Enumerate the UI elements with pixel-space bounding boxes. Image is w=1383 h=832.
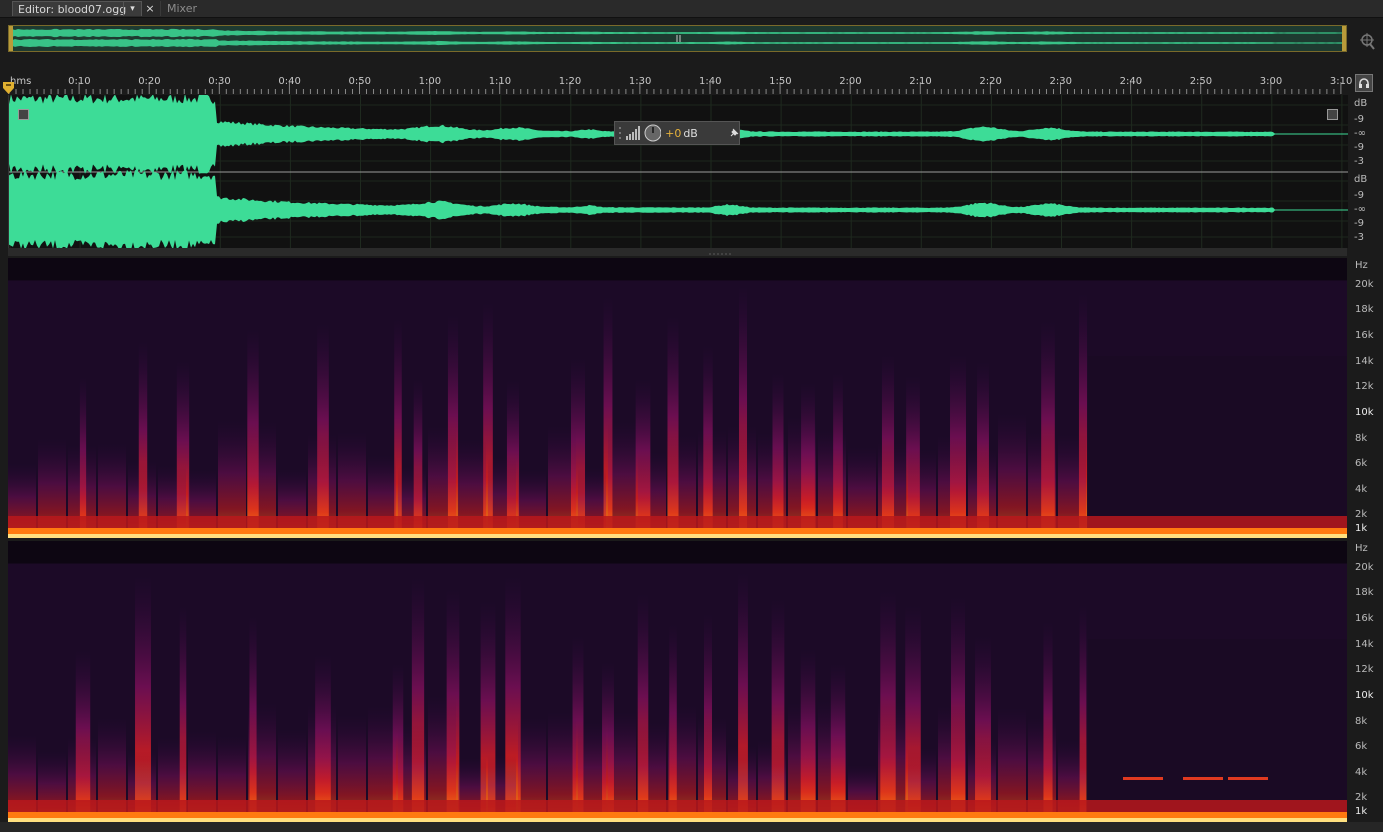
spectrogram-graphic bbox=[8, 541, 1347, 822]
spectral-display-channel-1[interactable] bbox=[8, 258, 1347, 538]
spectrogram-graphic bbox=[8, 258, 1347, 538]
transport-bar bbox=[0, 822, 1383, 832]
db-label: -∞ bbox=[1354, 204, 1366, 215]
fade-out-handle[interactable] bbox=[1327, 109, 1338, 120]
db-scale-channel-1: dB -9 -∞ -9 -3 bbox=[1349, 98, 1383, 170]
ruler-tick-label: 2:10 bbox=[909, 76, 932, 87]
hz-label: 2k bbox=[1355, 792, 1368, 803]
volume-hud[interactable]: +0 dB bbox=[614, 121, 740, 145]
overview-right-handle[interactable] bbox=[1342, 26, 1346, 51]
hz-label: 12k bbox=[1355, 381, 1374, 392]
db-label: -9 bbox=[1354, 218, 1364, 229]
overview-waveform[interactable] bbox=[8, 25, 1347, 52]
tab-mixer[interactable]: Mixer bbox=[160, 1, 213, 16]
ruler-tick-label: 2:30 bbox=[1049, 76, 1072, 87]
ruler-tick-label: 0:20 bbox=[138, 76, 161, 87]
db-label: dB bbox=[1354, 174, 1368, 185]
hz-label: Hz bbox=[1355, 260, 1368, 271]
time-ruler[interactable]: hms 0:10 0:20 0:30 0:40 0:50 1:00 1:10 1:20 1:30… bbox=[8, 72, 1352, 94]
magnify-icon[interactable] bbox=[1358, 32, 1376, 50]
volume-knob-icon[interactable] bbox=[644, 124, 662, 142]
playhead-icon[interactable] bbox=[3, 82, 14, 94]
db-label: -9 bbox=[1354, 190, 1364, 201]
tab-editor-label: Editor: blood07.ogg bbox=[18, 2, 127, 16]
hz-label: 18k bbox=[1355, 587, 1374, 598]
hz-label: Hz bbox=[1355, 543, 1368, 554]
hz-label: 20k bbox=[1355, 562, 1374, 573]
ruler-tick-label: 1:20 bbox=[558, 76, 582, 87]
db-label: -3 bbox=[1354, 156, 1364, 167]
db-scale-channel-2: dB -9 -∞ -9 -3 bbox=[1349, 174, 1383, 246]
overview-left-handle[interactable] bbox=[9, 26, 13, 51]
ruler-tick-label: 1:40 bbox=[699, 76, 722, 87]
hz-label: 6k bbox=[1355, 741, 1368, 752]
ruler-tick-label: 3:10 bbox=[1329, 76, 1353, 87]
ruler-tick-label: 1:10 bbox=[488, 76, 512, 87]
db-label: dB bbox=[1354, 98, 1368, 109]
level-meter-icon bbox=[625, 126, 640, 140]
panel-splitter[interactable] bbox=[8, 248, 1347, 256]
hz-label: 8k bbox=[1355, 716, 1368, 727]
grip-icon bbox=[619, 127, 621, 139]
ruler-tick-label: 0:30 bbox=[208, 76, 231, 87]
ruler-tick-label: 0:40 bbox=[278, 76, 301, 87]
chevron-down-icon[interactable]: ▾ bbox=[123, 2, 141, 16]
hz-label: 12k bbox=[1355, 664, 1374, 675]
hz-label: 6k bbox=[1355, 458, 1368, 469]
hz-label: 10k bbox=[1355, 690, 1374, 701]
hz-label: 16k bbox=[1355, 613, 1374, 624]
hz-label: 18k bbox=[1355, 304, 1374, 315]
volume-value: +0 bbox=[665, 126, 682, 140]
fade-in-handle[interactable] bbox=[18, 109, 29, 120]
ruler-tick-label: 1:00 bbox=[418, 76, 442, 87]
hz-label: 4k bbox=[1355, 484, 1368, 495]
hz-label: 1k bbox=[1355, 806, 1368, 817]
ruler-tick-label: 2:40 bbox=[1119, 76, 1143, 87]
hz-label: 1k bbox=[1355, 523, 1368, 534]
tab-editor[interactable]: Editor: blood07.ogg ▾ bbox=[12, 1, 142, 16]
hz-label: 16k bbox=[1355, 330, 1374, 341]
ruler-tick-label: 1:30 bbox=[628, 76, 652, 87]
hz-label: 14k bbox=[1355, 356, 1374, 367]
frequency-scale-channel-1: Hz 20k 18k 16k 14k 12k 10k 8k 6k 4k 2k 1… bbox=[1349, 258, 1383, 538]
ruler-tick-label: 3:00 bbox=[1259, 76, 1283, 87]
frequency-scale-channel-2: Hz 20k 18k 16k 14k 12k 10k 8k 6k 4k 2k 1… bbox=[1349, 541, 1383, 822]
close-icon[interactable]: × bbox=[144, 1, 156, 16]
hz-label: 20k bbox=[1355, 279, 1374, 290]
ruler-tick-label: 2:20 bbox=[979, 76, 1002, 87]
db-label: -9 bbox=[1354, 114, 1364, 125]
hz-label: 4k bbox=[1355, 767, 1368, 778]
ruler-tick-label: 0:10 bbox=[68, 76, 91, 87]
volume-unit: dB bbox=[683, 126, 698, 140]
db-label: -∞ bbox=[1354, 128, 1366, 139]
db-label: -9 bbox=[1354, 142, 1364, 153]
hz-label: 14k bbox=[1355, 639, 1374, 650]
ruler-tick-label: 1:50 bbox=[769, 76, 792, 87]
ruler-tick-label: 0:50 bbox=[348, 76, 371, 87]
pin-icon[interactable] bbox=[728, 127, 739, 139]
ruler-tick-label: 2:50 bbox=[1189, 76, 1213, 87]
ruler-tick-label: 2:00 bbox=[839, 76, 862, 87]
hz-label: 10k bbox=[1355, 407, 1374, 418]
headphone-icon[interactable] bbox=[1355, 74, 1373, 92]
tab-mixer-label: Mixer bbox=[167, 2, 198, 15]
spectral-display-channel-2[interactable] bbox=[8, 541, 1347, 822]
hz-label: 2k bbox=[1355, 509, 1368, 520]
tab-bar: Editor: blood07.ogg ▾ × Mixer bbox=[0, 0, 1383, 18]
overview-waveform-graphic bbox=[9, 28, 1344, 48]
hz-label: 8k bbox=[1355, 433, 1368, 444]
waveform-editor[interactable] bbox=[8, 93, 1348, 251]
db-label: -3 bbox=[1354, 232, 1364, 243]
waveform-graphic bbox=[9, 93, 1348, 251]
